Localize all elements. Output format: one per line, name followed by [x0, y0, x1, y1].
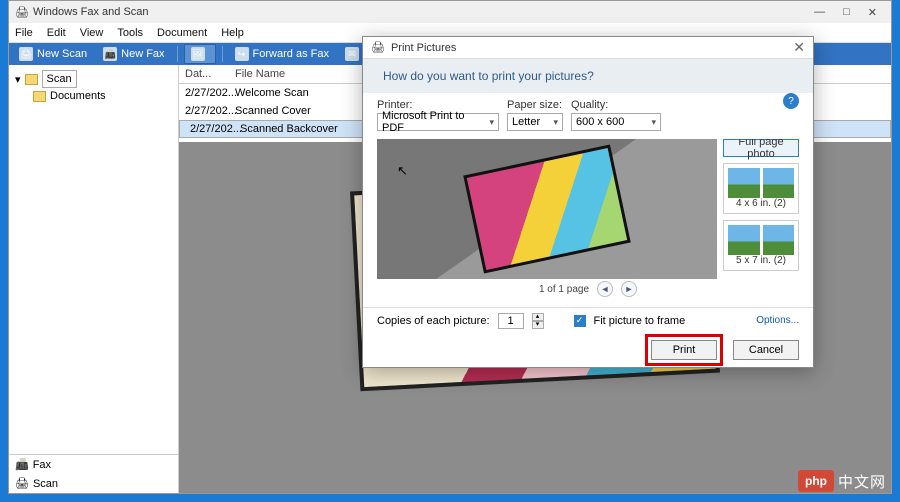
- col-date[interactable]: Dat...: [179, 65, 229, 83]
- thumb-label: Full page photo: [728, 139, 794, 160]
- mail-icon: ✉: [345, 47, 359, 61]
- page-prev-button[interactable]: ◄: [597, 281, 613, 297]
- fit-frame-checkbox[interactable]: ✓: [574, 315, 586, 327]
- cell-date: 2/27/202...: [179, 103, 229, 119]
- forward-icon: ↪: [235, 47, 249, 61]
- page-next-button[interactable]: ►: [621, 281, 637, 297]
- label-paper: Paper size:: [507, 99, 563, 111]
- cancel-button[interactable]: Cancel: [733, 340, 799, 360]
- page-info: 1 of 1 page: [539, 284, 589, 295]
- printer-select[interactable]: Microsoft Print to PDF▾: [377, 113, 499, 131]
- fax-icon: 📠: [15, 458, 29, 471]
- image-icon: 🖼: [191, 47, 205, 61]
- tree-documents[interactable]: Documents: [15, 89, 172, 103]
- view-switcher: 📠Fax 🖨Scan: [9, 454, 178, 493]
- new-scan-button[interactable]: 🖨New Scan: [13, 45, 93, 63]
- fit-frame-label: Fit picture to frame: [594, 315, 686, 327]
- paper-select[interactable]: Letter▾: [507, 113, 563, 131]
- thumb-label: 5 x 7 in. (2): [728, 255, 794, 266]
- copies-input[interactable]: [498, 313, 524, 329]
- tree-pane: ▾ Scan Documents 📠Fax 🖨Scan: [9, 65, 179, 493]
- thumb-image: [728, 225, 794, 255]
- print-button[interactable]: Print: [651, 340, 717, 360]
- collapse-icon[interactable]: ▾: [15, 73, 21, 86]
- tree-root-label: Scan: [42, 70, 77, 88]
- copies-label: Copies of each picture:: [377, 315, 490, 327]
- menu-view[interactable]: View: [80, 27, 104, 39]
- new-fax-button[interactable]: 📠New Fax: [97, 45, 170, 63]
- menu-document[interactable]: Document: [157, 27, 207, 39]
- view-fax[interactable]: 📠Fax: [9, 455, 178, 474]
- thumb-image: [728, 168, 794, 198]
- cell-date: 2/27/202...: [184, 121, 234, 137]
- preview-image: [463, 144, 631, 273]
- toolbar-separator: [177, 46, 178, 62]
- quality-select[interactable]: 600 x 600▾: [571, 113, 661, 131]
- titlebar: 🖨 Windows Fax and Scan — □ ✕: [9, 1, 891, 23]
- scanner-icon: 🖨: [15, 477, 29, 490]
- options-link[interactable]: Options...: [756, 315, 799, 326]
- menu-edit[interactable]: Edit: [47, 27, 66, 39]
- menu-file[interactable]: File: [15, 27, 33, 39]
- highlight-annotation: Print: [645, 334, 723, 366]
- dialog-banner: How do you want to print your pictures?: [363, 59, 813, 93]
- pager: 1 of 1 page ◄ ►: [377, 279, 799, 299]
- dialog-title: Print Pictures: [391, 42, 456, 54]
- layout-thumbnails: Full page photo 4 x 6 in. (2) 5 x 7 in. …: [723, 139, 799, 279]
- view-scan[interactable]: 🖨Scan: [9, 474, 178, 493]
- watermark-text: 中文网: [838, 471, 886, 492]
- folder-icon: [25, 74, 38, 85]
- label-quality: Quality:: [571, 99, 651, 111]
- chevron-down-icon: ▾: [489, 117, 494, 128]
- chevron-down-icon: ▾: [553, 117, 558, 128]
- step-up[interactable]: ▴: [532, 313, 544, 321]
- watermark: php 中文网: [798, 470, 886, 492]
- print-dialog: 🖨 Print Pictures ✕ How do you want to pri…: [362, 36, 814, 368]
- dialog-close-button[interactable]: ✕: [793, 39, 805, 56]
- copies-stepper[interactable]: ▴▾: [532, 313, 544, 329]
- scanner-icon: 🖨: [19, 47, 33, 61]
- printer-icon: 🖨: [371, 41, 385, 54]
- toolbar-separator: [222, 46, 223, 62]
- print-preview: ↖: [377, 139, 717, 279]
- minimize-button[interactable]: —: [814, 6, 825, 19]
- menu-help[interactable]: Help: [221, 27, 244, 39]
- dialog-footer-buttons: Print Cancel: [363, 333, 813, 367]
- layout-5x7[interactable]: 5 x 7 in. (2): [723, 220, 799, 271]
- dialog-titlebar: 🖨 Print Pictures ✕: [363, 37, 813, 59]
- cursor-icon: ↖: [397, 163, 408, 179]
- layout-4x6[interactable]: 4 x 6 in. (2): [723, 163, 799, 214]
- help-icon[interactable]: ?: [783, 93, 799, 109]
- dialog-footer-options: Copies of each picture: ▴▾ ✓ Fit picture…: [363, 307, 813, 333]
- folder-icon: [33, 91, 46, 102]
- toolbar-active-button[interactable]: 🖼: [184, 44, 216, 64]
- cell-date: 2/27/202...: [179, 85, 229, 101]
- layout-full-page[interactable]: Full page photo: [723, 139, 799, 157]
- menu-tools[interactable]: Tools: [117, 27, 143, 39]
- watermark-logo: php: [798, 470, 834, 492]
- tree-root[interactable]: ▾ Scan: [15, 69, 172, 89]
- chevron-down-icon: ▾: [651, 117, 656, 128]
- close-button[interactable]: ✕: [868, 6, 877, 19]
- thumb-label: 4 x 6 in. (2): [728, 198, 794, 209]
- app-icon: 🖨: [15, 6, 29, 19]
- step-down[interactable]: ▾: [532, 321, 544, 329]
- tree-documents-label: Documents: [50, 90, 106, 102]
- app-title: Windows Fax and Scan: [33, 6, 149, 18]
- forward-fax-button[interactable]: ↪Forward as Fax: [229, 45, 335, 63]
- maximize-button[interactable]: □: [843, 6, 850, 19]
- fax-icon: 📠: [103, 47, 117, 61]
